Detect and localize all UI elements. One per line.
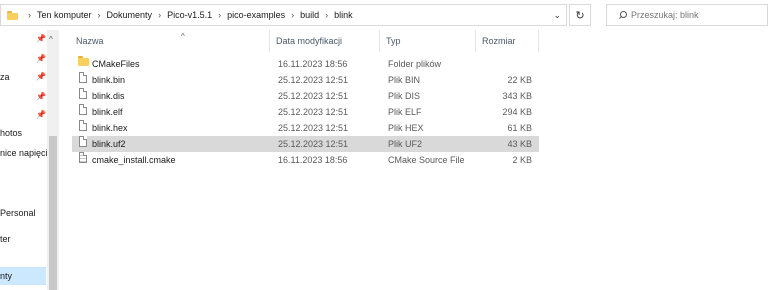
chevron-right-icon[interactable]: › xyxy=(218,10,221,20)
chevron-right-icon[interactable]: › xyxy=(28,10,31,20)
file-size: 2 KB xyxy=(512,155,532,165)
column-header-date[interactable]: Data modyfikacji xyxy=(270,30,380,52)
column-header-label: Nazwa xyxy=(76,36,104,46)
scroll-up-icon[interactable]: ^ xyxy=(49,35,53,44)
file-name: blink.hex xyxy=(92,123,128,133)
nav-item[interactable]: za 📌 xyxy=(0,72,46,82)
file-type: Plik DIS xyxy=(388,91,421,101)
nav-item[interactable]: nice napięci xyxy=(0,148,48,158)
nav-item[interactable]: nty xyxy=(0,271,46,281)
breadcrumb-item-build[interactable]: build xyxy=(300,10,319,20)
file-date: 25.12.2023 12:51 xyxy=(278,107,349,117)
file-size: 43 KB xyxy=(507,139,532,149)
file-type: Plik HEX xyxy=(388,123,424,133)
pin-icon: 📌 xyxy=(36,72,46,81)
file-icon xyxy=(79,72,87,83)
chevron-right-icon[interactable]: › xyxy=(158,10,161,20)
folder-icon xyxy=(7,10,18,20)
breadcrumb-item-documents[interactable]: Dokumenty xyxy=(107,10,153,20)
file-type: Plik BIN xyxy=(388,75,421,85)
file-date: 16.11.2023 18:56 xyxy=(278,59,348,69)
refresh-button[interactable]: ↻ xyxy=(569,4,591,26)
column-header-type[interactable]: Typ xyxy=(380,30,476,52)
file-type: Plik ELF xyxy=(388,107,422,117)
nav-item-label: hotos xyxy=(0,128,23,138)
chevron-right-icon[interactable]: › xyxy=(325,10,328,20)
nav-scrollbar[interactable]: ^ xyxy=(47,30,59,290)
breadcrumb-item-blink[interactable]: blink xyxy=(334,10,353,20)
file-size: 294 KB xyxy=(502,107,532,117)
file-type: Plik UF2 xyxy=(388,139,423,149)
refresh-icon: ↻ xyxy=(575,9,585,22)
scrollbar-thumb[interactable] xyxy=(49,136,57,290)
file-size: 343 KB xyxy=(502,91,532,101)
nav-item-label: ter xyxy=(0,234,11,244)
chevron-right-icon[interactable]: › xyxy=(291,10,294,20)
file-icon xyxy=(79,88,87,99)
file-row[interactable]: cmake_install.cmake 16.11.2023 18:56 CMa… xyxy=(72,152,539,168)
file-date: 25.12.2023 12:51 xyxy=(278,75,349,85)
nav-item-label: nice napięci xyxy=(0,148,48,158)
column-header-label: Rozmiar xyxy=(482,36,516,46)
breadcrumb-item-pico[interactable]: Pico-v1.5.1 xyxy=(167,10,212,20)
file-date: 25.12.2023 12:51 xyxy=(278,91,349,101)
column-header-size[interactable]: Rozmiar xyxy=(476,30,539,52)
column-header-label: Data modyfikacji xyxy=(276,36,343,46)
file-row[interactable]: blink.elf 25.12.2023 12:51 Plik ELF 294 … xyxy=(72,104,539,120)
breadcrumb: › Ten komputer › Dokumenty › Pico-v1.5.1… xyxy=(22,10,353,20)
search-icon xyxy=(619,11,627,19)
nav-item[interactable]: Personal xyxy=(0,208,46,218)
address-bar[interactable]: › Ten komputer › Dokumenty › Pico-v1.5.1… xyxy=(0,4,567,26)
chevron-right-icon[interactable]: › xyxy=(98,10,101,20)
file-date: 25.12.2023 12:51 xyxy=(278,139,349,149)
search-input[interactable] xyxy=(631,10,751,20)
file-name: blink.elf xyxy=(92,107,123,117)
file-date: 25.12.2023 12:51 xyxy=(278,123,349,133)
file-name: blink.bin xyxy=(92,75,126,85)
chevron-down-icon[interactable]: ⌄ xyxy=(553,10,561,21)
file-row[interactable]: CMakeFiles 16.11.2023 18:56 Folder plikó… xyxy=(72,56,539,72)
breadcrumb-item-pico-examples[interactable]: pico-examples xyxy=(227,10,285,20)
file-size: 22 KB xyxy=(507,75,532,85)
breadcrumb-item-this-pc[interactable]: Ten komputer xyxy=(37,10,92,20)
file-icon xyxy=(79,104,87,115)
sort-ascending-icon: ^ xyxy=(181,32,185,41)
nav-item[interactable]: ter xyxy=(0,234,46,244)
search-box[interactable] xyxy=(606,4,768,26)
file-date: 16.11.2023 18:56 xyxy=(278,155,348,165)
nav-item-label: za xyxy=(0,72,10,82)
pin-icon: 📌 xyxy=(36,92,46,101)
file-row-selected[interactable]: blink.uf2 25.12.2023 12:51 Plik UF2 43 K… xyxy=(72,136,539,152)
pin-icon: 📌 xyxy=(36,110,46,119)
file-name: blink.dis xyxy=(92,91,125,101)
text-file-icon xyxy=(79,152,87,163)
pin-icon: 📌 xyxy=(36,34,46,43)
file-row[interactable]: blink.bin 25.12.2023 12:51 Plik BIN 22 K… xyxy=(72,72,539,88)
folder-icon xyxy=(78,56,89,66)
file-size: 61 KB xyxy=(507,123,532,133)
file-name: cmake_install.cmake xyxy=(92,155,176,165)
column-header-label: Typ xyxy=(386,36,401,46)
nav-item-label: nty xyxy=(0,271,13,281)
column-headers: Nazwa ^ Data modyfikacji Typ Rozmiar xyxy=(60,30,560,52)
file-type: Folder plików xyxy=(388,59,442,69)
column-header-name[interactable]: Nazwa ^ xyxy=(70,30,270,52)
file-name: blink.uf2 xyxy=(92,139,126,149)
file-icon xyxy=(79,120,87,131)
file-type: CMake Source File xyxy=(388,155,465,165)
navigation-pane: 📌 📌 za 📌 📌 📌 hotos nice napięci Personal … xyxy=(0,30,60,290)
pin-icon: 📌 xyxy=(36,54,46,63)
file-name: CMakeFiles xyxy=(92,59,140,69)
file-row[interactable]: blink.hex 25.12.2023 12:51 Plik HEX 61 K… xyxy=(72,120,539,136)
file-row[interactable]: blink.dis 25.12.2023 12:51 Plik DIS 343 … xyxy=(72,88,539,104)
file-icon xyxy=(79,136,87,147)
nav-item-label: Personal xyxy=(0,208,36,218)
nav-item[interactable]: hotos xyxy=(0,128,46,138)
